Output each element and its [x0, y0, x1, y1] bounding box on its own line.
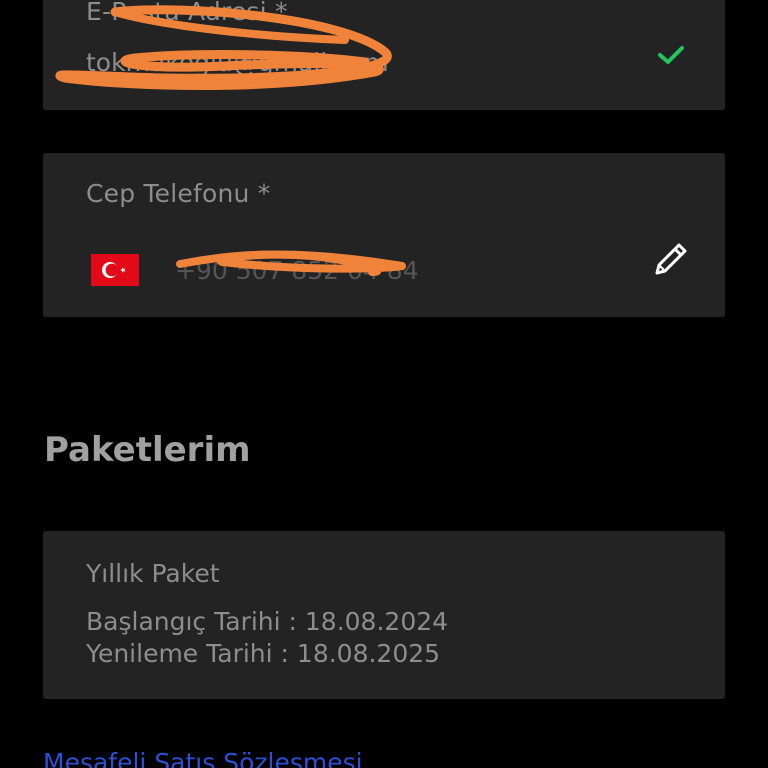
email-field-value[interactable]: tokmakoglu@gmail.com	[86, 48, 389, 77]
email-field-label: E-Posta Adresi *	[86, 0, 288, 26]
packages-section-title: Paketlerim	[44, 430, 251, 470]
account-page: E-Posta Adresi * tokmakoglu@gmail.com Ce…	[0, 0, 768, 768]
distance-sales-contract-link[interactable]: Mesafeli Satış Sözleşmesi	[43, 748, 363, 768]
check-icon	[658, 46, 684, 64]
package-name: Yıllık Paket	[86, 559, 220, 588]
package-start-date: Başlangıç Tarihi : 18.08.2024	[86, 607, 449, 636]
phone-field-card[interactable]: Cep Telefonu * +90 507 852 04 84	[43, 153, 725, 317]
turkey-flag-icon[interactable]	[91, 254, 139, 286]
pencil-icon[interactable]	[649, 237, 693, 281]
phone-field-label: Cep Telefonu *	[86, 179, 271, 208]
package-card: Yıllık Paket Başlangıç Tarihi : 18.08.20…	[43, 531, 725, 699]
email-field-card[interactable]: E-Posta Adresi * tokmakoglu@gmail.com	[43, 0, 725, 110]
package-renewal-date: Yenileme Tarihi : 18.08.2025	[86, 639, 441, 668]
phone-field-value[interactable]: +90 507 852 04 84	[175, 256, 419, 285]
